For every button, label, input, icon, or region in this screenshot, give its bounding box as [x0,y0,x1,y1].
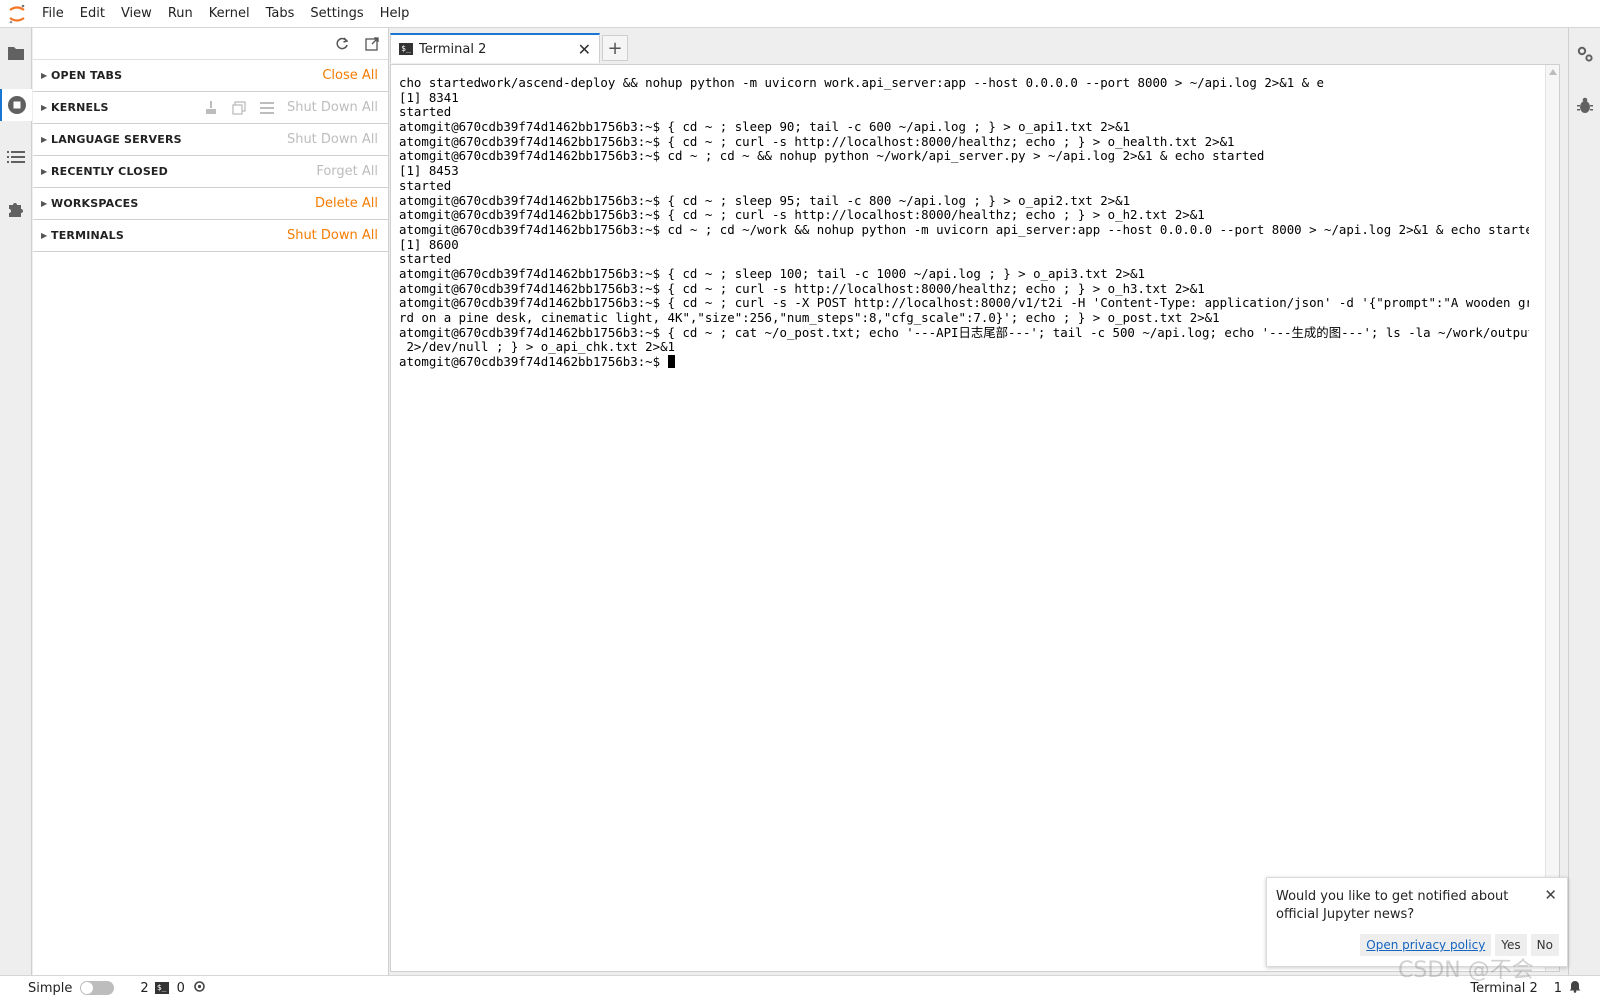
terminal-line: [1] 8453 [399,164,459,179]
caret-right-icon: ▶ [41,71,48,80]
terminal-output: cho startedwork/ascend-deploy && nohup p… [399,76,1529,370]
section-title: KERNELS [51,101,109,114]
section-title: RECENTLY CLOSED [51,165,168,178]
simple-mode-toggle[interactable] [80,981,115,995]
section-language-servers[interactable]: ▶ LANGUAGE SERVERS Shut Down All [33,124,388,156]
terminal-line: atomgit@670cdb39f74d1462bb1756b3:~$ cd ~… [399,222,1529,237]
menu-tabs[interactable]: Tabs [258,0,303,28]
terminal-line: atomgit@670cdb39f74d1462bb1756b3:~$ { cd… [399,120,1131,135]
terminal-line: atomgit@670cdb39f74d1462bb1756b3:~$ { cd… [399,325,1529,340]
extension-manager-icon[interactable] [0,193,32,225]
list-icon[interactable] [259,100,275,116]
terminal-line: atomgit@670cdb39f74d1462bb1756b3:~$ { cd… [399,193,1131,208]
notification-count[interactable]: 1 [1554,981,1562,996]
terminal-line: rd on a pine desk, cinematic light, 4K",… [399,311,1220,325]
debugger-bug-icon[interactable] [1569,90,1600,122]
section-title: TERMINALS [51,229,124,242]
running-panel-toolbar [33,28,388,60]
table-of-contents-icon[interactable] [0,141,32,173]
tab-label: Terminal 2 [419,41,487,57]
terminal-cursor [667,355,675,369]
no-button[interactable]: No [1530,934,1559,956]
kernel-actions [203,100,275,116]
file-browser-icon[interactable] [0,37,32,69]
refresh-icon[interactable] [332,34,352,54]
terminal-line: started [399,252,452,267]
tab-terminal-2[interactable]: $_ Terminal 2 ✕ [390,33,600,63]
terminal-line: started [399,178,452,193]
section-terminals[interactable]: ▶ TERMINALS Shut Down All [33,220,388,252]
caret-right-icon: ▶ [41,167,48,176]
status-bar: Simple 2 $_ 0 Terminal 2 1 [0,975,1600,1000]
running-panel: ▶ OPEN TABS Close All ▶ KERNELS Shut Dow… [33,28,389,975]
add-tab-button[interactable]: + [602,35,628,61]
delete-all-button[interactable]: Delete All [315,196,378,211]
tab-bar: $_ Terminal 2 ✕ + [390,33,628,63]
jupyter-logo-icon [0,0,34,28]
language-servers-shut-down-all-button[interactable]: Shut Down All [287,132,378,147]
menu-file[interactable]: File [34,0,72,28]
terminal-line: [1] 8600 [399,237,459,252]
left-activity-bar [0,28,32,975]
menu-edit[interactable]: Edit [72,0,113,28]
terminal-line: atomgit@670cdb39f74d1462bb1756b3:~$ { cd… [399,266,1145,281]
terminals-shut-down-all-button[interactable]: Shut Down All [287,228,378,243]
caret-right-icon: ▶ [41,135,48,144]
terminal-scrollbar[interactable] [1545,65,1559,971]
caret-right-icon: ▶ [41,103,48,112]
terminal-line: atomgit@670cdb39f74d1462bb1756b3:~$ { cd… [399,281,1205,296]
section-title: OPEN TABS [51,69,123,82]
caret-right-icon: ▶ [41,199,48,208]
section-workspaces[interactable]: ▶ WORKSPACES Delete All [33,188,388,220]
terminal-line: started [399,105,452,120]
close-notification-icon[interactable]: ✕ [1544,886,1557,904]
section-recently-closed[interactable]: ▶ RECENTLY CLOSED Forget All [33,156,388,188]
terminal-line: atomgit@670cdb39f74d1462bb1756b3:~$ { cd… [399,134,1235,149]
kernel-count[interactable]: 0 [177,981,185,996]
terminal-icon: $_ [154,982,169,994]
menu-bar: File Edit View Run Kernel Tabs Settings … [0,0,1600,28]
terminal-count[interactable]: 2 [140,981,148,996]
caret-right-icon: ▶ [41,231,48,240]
copy-window-icon[interactable] [231,100,247,116]
kernels-shut-down-all-button[interactable]: Shut Down All [287,100,378,115]
kernel-gear-icon [193,980,206,997]
right-activity-bar [1568,28,1600,975]
open-external-icon[interactable] [362,34,382,54]
terminal-line: cho startedwork/ascend-deploy && nohup p… [399,76,1325,90]
close-tab-icon[interactable]: ✕ [578,40,591,59]
watermark: CSDN @不会 [1398,958,1534,983]
bell-icon[interactable] [1568,979,1582,997]
running-sessions-icon[interactable] [0,89,32,121]
terminal-icon: $_ [399,43,413,55]
terminal-line: atomgit@670cdb39f74d1462bb1756b3:~$ cd ~… [399,149,1265,164]
scroll-up-arrow-icon[interactable] [1549,69,1557,75]
terminal-line: [1] 8341 [399,90,459,105]
section-title: LANGUAGE SERVERS [51,133,182,146]
menu-settings[interactable]: Settings [302,0,371,28]
terminal-line: atomgit@670cdb39f74d1462bb1756b3:~$ { cd… [399,296,1529,311]
terminal-line: atomgit@670cdb39f74d1462bb1756b3:~$ { cd… [399,208,1205,223]
section-kernels[interactable]: ▶ KERNELS Shut Down All [33,92,388,124]
main-dock-area: $_ Terminal 2 ✕ + cho startedwork/ascend… [390,28,1567,975]
terminal-prompt-line: atomgit@670cdb39f74d1462bb1756b3:~$ [399,355,1529,370]
menu-kernel[interactable]: Kernel [201,0,258,28]
menu-view[interactable]: View [113,0,160,28]
forget-all-button[interactable]: Forget All [316,164,378,179]
property-inspector-icon[interactable] [1569,38,1600,70]
notification-message: Would you like to get notified about off… [1276,889,1509,922]
menu-help[interactable]: Help [372,0,418,28]
terminal-view[interactable]: cho startedwork/ascend-deploy && nohup p… [390,64,1560,972]
menu-run[interactable]: Run [160,0,201,28]
terminal-prompt: atomgit@670cdb39f74d1462bb1756b3:~$ [399,355,668,370]
simple-mode-label: Simple [28,980,73,996]
terminal-line: 2>/dev/null ; } > o_api_chk.txt 2>&1 [399,340,676,355]
clean-brush-icon[interactable] [203,100,219,116]
section-title: WORKSPACES [51,197,139,210]
close-all-button[interactable]: Close All [322,68,378,83]
section-open-tabs[interactable]: ▶ OPEN TABS Close All [33,60,388,92]
